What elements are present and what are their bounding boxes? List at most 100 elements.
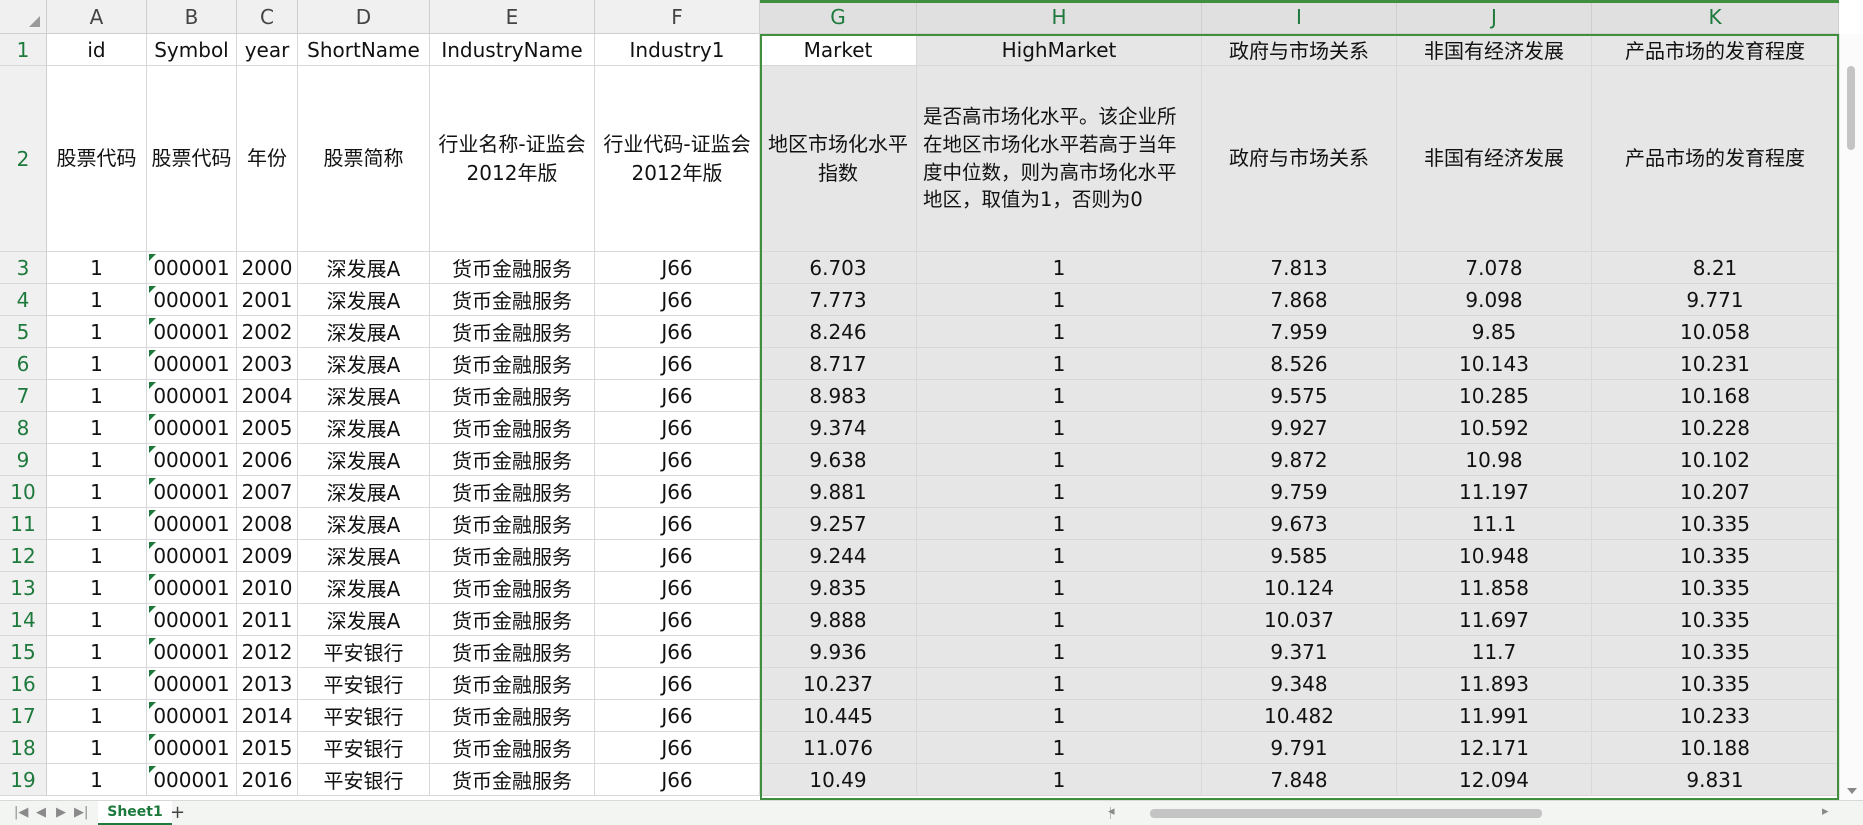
data-cell[interactable]: 7.773 — [760, 284, 917, 316]
data-cell[interactable]: 货币金融服务 — [430, 316, 595, 348]
data-cell[interactable]: 000001 — [147, 284, 237, 316]
data-cell[interactable]: 1 — [917, 380, 1202, 412]
data-cell[interactable]: 9.872 — [1202, 444, 1397, 476]
data-cell[interactable]: 000001 — [147, 316, 237, 348]
data-cell[interactable]: J66 — [595, 572, 760, 604]
data-cell[interactable]: J66 — [595, 412, 760, 444]
header-cell-e[interactable]: IndustryName — [430, 34, 595, 66]
data-cell[interactable]: J66 — [595, 604, 760, 636]
row-header-16[interactable]: 16 — [0, 668, 47, 700]
data-cell[interactable]: 2016 — [237, 764, 298, 796]
data-cell[interactable]: J66 — [595, 732, 760, 764]
row-header-4[interactable]: 4 — [0, 284, 47, 316]
data-cell[interactable]: 深发展A — [298, 604, 430, 636]
data-cell[interactable]: 深发展A — [298, 476, 430, 508]
data-cell[interactable]: 1 — [917, 508, 1202, 540]
data-cell[interactable]: 1 — [917, 444, 1202, 476]
column-header-j[interactable]: J — [1397, 0, 1592, 34]
data-cell[interactable]: 1 — [47, 348, 147, 380]
header-cell-g[interactable]: Market — [760, 34, 917, 66]
data-cell[interactable]: 9.371 — [1202, 636, 1397, 668]
data-cell[interactable]: 2008 — [237, 508, 298, 540]
description-cell-h[interactable]: 是否高市场化水平。该企业所在地区市场化水平若高于当年度中位数，则为高市场化水平地… — [917, 66, 1202, 252]
description-cell-k[interactable]: 产品市场的发育程度 — [1592, 66, 1839, 252]
row-header-1[interactable]: 1 — [0, 34, 47, 66]
data-cell[interactable]: 000001 — [147, 732, 237, 764]
data-cell[interactable]: 1 — [917, 476, 1202, 508]
description-cell-g[interactable]: 地区市场化水平指数 — [760, 66, 917, 252]
row-header-19[interactable]: 19 — [0, 764, 47, 796]
data-cell[interactable]: 货币金融服务 — [430, 476, 595, 508]
data-cell[interactable]: 10.49 — [760, 764, 917, 796]
data-cell[interactable]: 8.246 — [760, 316, 917, 348]
add-sheet-button[interactable]: + — [170, 802, 185, 823]
data-cell[interactable]: 1 — [47, 604, 147, 636]
data-cell[interactable]: 10.228 — [1592, 412, 1839, 444]
row-header-5[interactable]: 5 — [0, 316, 47, 348]
header-cell-j[interactable]: 非国有经济发展 — [1397, 34, 1592, 66]
data-cell[interactable]: 9.348 — [1202, 668, 1397, 700]
data-cell[interactable]: 2006 — [237, 444, 298, 476]
data-cell[interactable]: 货币金融服务 — [430, 572, 595, 604]
data-cell[interactable]: 1 — [917, 668, 1202, 700]
data-cell[interactable]: 1 — [47, 316, 147, 348]
data-cell[interactable]: 000001 — [147, 668, 237, 700]
header-cell-k[interactable]: 产品市场的发育程度 — [1592, 34, 1839, 66]
data-cell[interactable]: 货币金融服务 — [430, 348, 595, 380]
row-header-7[interactable]: 7 — [0, 380, 47, 412]
scroll-right-arrow-icon[interactable]: ▸ — [1822, 804, 1829, 819]
column-header-b[interactable]: B — [147, 0, 237, 34]
data-cell[interactable]: 平安银行 — [298, 668, 430, 700]
data-cell[interactable]: 000001 — [147, 476, 237, 508]
vertical-scrollbar[interactable] — [1839, 34, 1863, 800]
data-cell[interactable]: J66 — [595, 380, 760, 412]
first-sheet-icon[interactable]: |◀ — [14, 805, 28, 820]
data-cell[interactable]: 2014 — [237, 700, 298, 732]
data-cell[interactable]: 1 — [917, 252, 1202, 284]
data-cell[interactable]: 9.244 — [760, 540, 917, 572]
data-cell[interactable]: 11.697 — [1397, 604, 1592, 636]
data-cell[interactable]: 000001 — [147, 380, 237, 412]
data-cell[interactable]: 2015 — [237, 732, 298, 764]
data-cell[interactable]: 1 — [917, 412, 1202, 444]
header-cell-c[interactable]: year — [237, 34, 298, 66]
data-cell[interactable]: 10.335 — [1592, 604, 1839, 636]
data-cell[interactable]: 10.482 — [1202, 700, 1397, 732]
data-cell[interactable]: 2011 — [237, 604, 298, 636]
header-cell-b[interactable]: Symbol — [147, 34, 237, 66]
data-cell[interactable]: J66 — [595, 476, 760, 508]
data-cell[interactable]: 11.7 — [1397, 636, 1592, 668]
row-header-9[interactable]: 9 — [0, 444, 47, 476]
row-header-2[interactable]: 2 — [0, 66, 47, 252]
data-cell[interactable]: 11.893 — [1397, 668, 1592, 700]
data-cell[interactable]: 10.335 — [1592, 636, 1839, 668]
data-cell[interactable]: 8.21 — [1592, 252, 1839, 284]
data-cell[interactable]: 10.335 — [1592, 508, 1839, 540]
data-cell[interactable]: 10.445 — [760, 700, 917, 732]
data-cell[interactable]: 8.526 — [1202, 348, 1397, 380]
data-cell[interactable]: 1 — [917, 764, 1202, 796]
data-cell[interactable]: 11.076 — [760, 732, 917, 764]
data-cell[interactable]: 2002 — [237, 316, 298, 348]
data-cell[interactable]: 9.257 — [760, 508, 917, 540]
data-cell[interactable]: 1 — [47, 476, 147, 508]
data-cell[interactable]: 10.188 — [1592, 732, 1839, 764]
data-cell[interactable]: J66 — [595, 284, 760, 316]
data-cell[interactable]: 9.831 — [1592, 764, 1839, 796]
data-cell[interactable]: 9.835 — [760, 572, 917, 604]
data-cell[interactable]: 000001 — [147, 252, 237, 284]
data-cell[interactable]: 1 — [47, 412, 147, 444]
select-all-corner[interactable] — [0, 0, 47, 34]
prev-sheet-icon[interactable]: ◀ — [36, 805, 46, 820]
data-cell[interactable]: 货币金融服务 — [430, 604, 595, 636]
data-cell[interactable]: 10.948 — [1397, 540, 1592, 572]
data-cell[interactable]: 000001 — [147, 508, 237, 540]
row-header-15[interactable]: 15 — [0, 636, 47, 668]
header-cell-h[interactable]: HighMarket — [917, 34, 1202, 66]
column-header-h[interactable]: H — [917, 0, 1202, 34]
data-cell[interactable]: 平安银行 — [298, 700, 430, 732]
header-cell-d[interactable]: ShortName — [298, 34, 430, 66]
data-cell[interactable]: 9.888 — [760, 604, 917, 636]
data-cell[interactable]: 1 — [47, 572, 147, 604]
column-header-e[interactable]: E — [430, 0, 595, 34]
